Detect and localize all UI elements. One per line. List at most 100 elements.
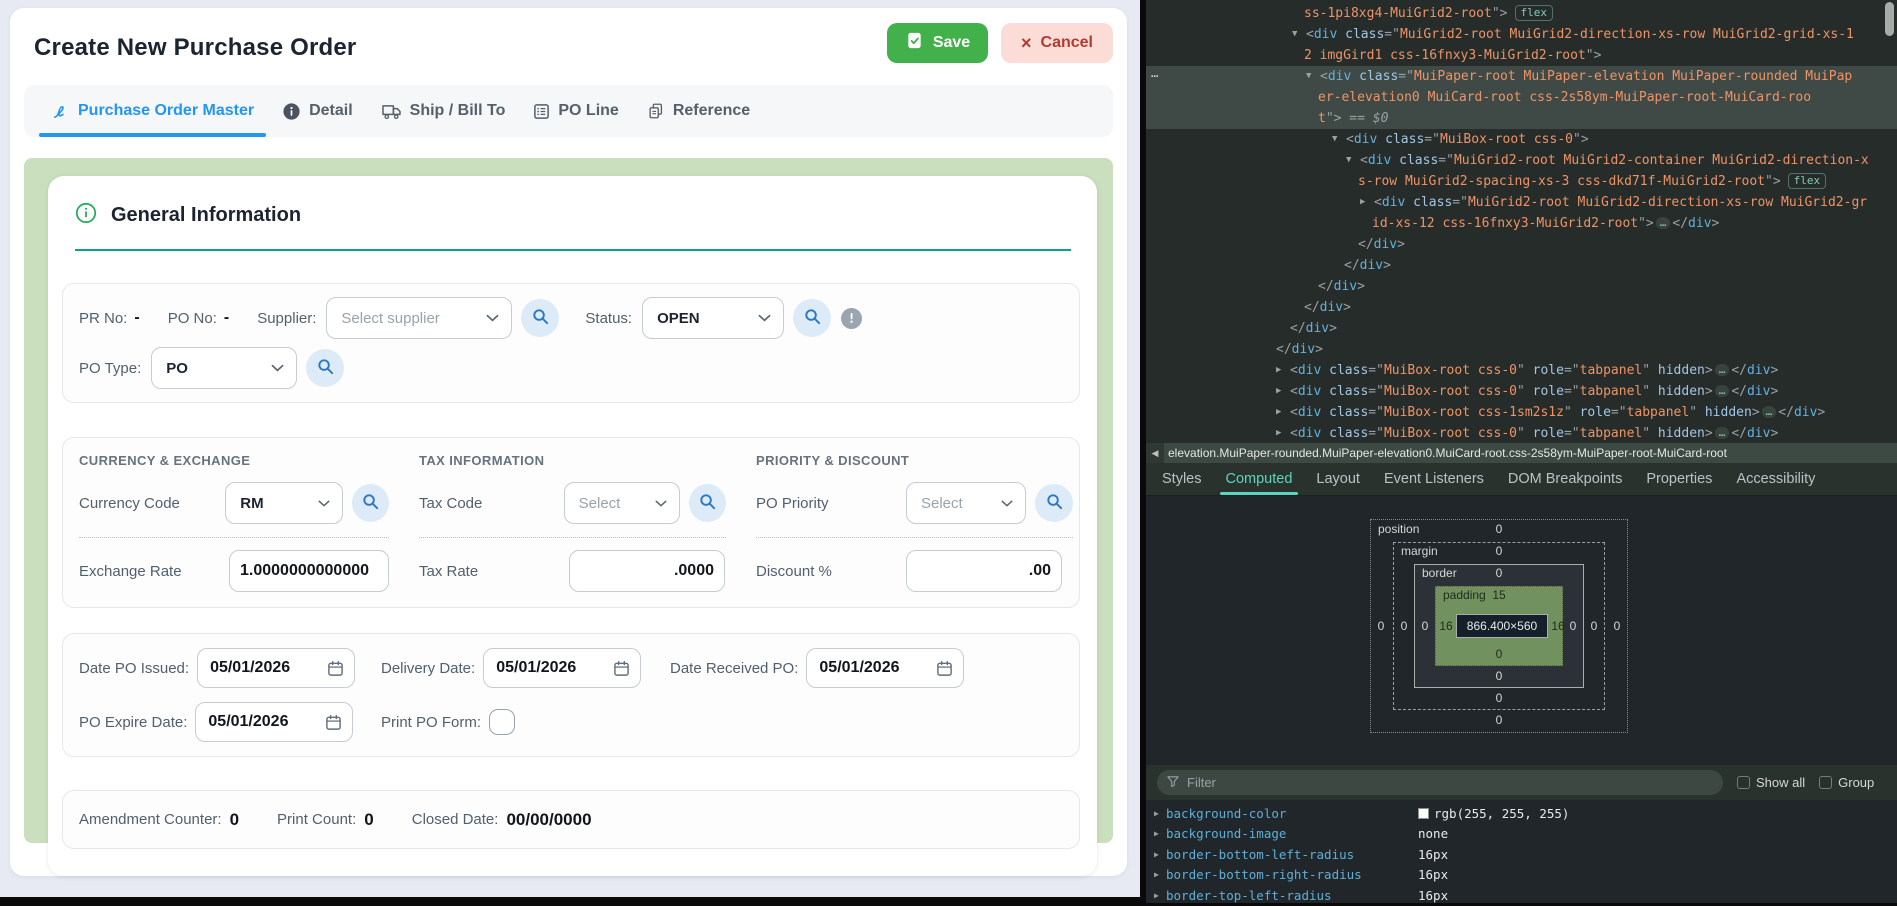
disclosure-arrow-icon[interactable]: ▶ <box>1154 891 1166 900</box>
funnel-icon <box>1167 775 1179 790</box>
supplier-search-button[interactable] <box>521 299 559 337</box>
po-type-search-button[interactable] <box>306 349 344 387</box>
breadcrumb[interactable]: elevation.MuiPaper-rounded.MuiPaper-elev… <box>1164 446 1727 460</box>
computed-property-row[interactable]: ▶border-top-left-radius16px <box>1146 885 1897 906</box>
tab-purchase-order-master[interactable]: Purchase Order Master <box>37 85 268 137</box>
code-token: =" <box>1564 384 1580 399</box>
po-type-select[interactable]: PO <box>151 347 297 389</box>
code-line[interactable]: </div> <box>1146 318 1897 339</box>
inspector-tab-properties[interactable]: Properties <box>1636 463 1722 495</box>
code-line[interactable]: ▶<div class="MuiBox-root css-1sm2s1z" ro… <box>1146 402 1897 423</box>
code-token: " <box>1517 426 1533 441</box>
discount-input[interactable]: .00 <box>906 550 1062 592</box>
code-line[interactable]: ▶<div class="MuiBox-root css-0" role="ta… <box>1146 360 1897 381</box>
code-token[interactable]: … <box>1656 217 1671 229</box>
code-line[interactable]: ▼<div class="MuiGrid2-root MuiGrid2-cont… <box>1146 150 1897 171</box>
disclosure-arrow-icon[interactable]: ▼ <box>1292 24 1306 45</box>
breadcrumb-bar: ◀ elevation.MuiPaper-rounded.MuiPaper-el… <box>1146 443 1897 463</box>
code-token: MuiGrid2-root MuiGrid2-direction-xs-row … <box>1468 195 1867 210</box>
code-token[interactable]: … <box>1715 364 1730 376</box>
closed-date-label: Closed Date: <box>412 811 499 828</box>
calendar-icon[interactable] <box>613 660 630 677</box>
computed-property-row[interactable]: ▶background-imagenone <box>1146 824 1897 845</box>
header-actions: Save × Cancel <box>887 23 1113 63</box>
disclosure-arrow-icon[interactable]: ▼ <box>1306 66 1320 87</box>
disclosure-arrow-icon[interactable]: ▶ <box>1154 809 1166 818</box>
inspector-tab-event-listeners[interactable]: Event Listeners <box>1374 463 1494 495</box>
tax-code-search-button[interactable] <box>689 484 726 522</box>
tab-po-line[interactable]: PO Line <box>519 85 632 137</box>
date-po-issued-label: Date PO Issued: <box>79 660 189 677</box>
po-priority-search-button[interactable] <box>1035 484 1073 522</box>
date-po-issued-input[interactable]: 05/01/2026 <box>197 648 355 688</box>
supplier-select[interactable]: Select supplier <box>326 297 512 339</box>
tab-reference[interactable]: Reference <box>633 85 764 137</box>
code-line[interactable]: </div> <box>1146 276 1897 297</box>
code-token: MuiBox-root css-0 <box>1384 384 1517 399</box>
breadcrumb-scroll-left-button[interactable]: ◀ <box>1146 443 1164 463</box>
tab-ship-bill-to[interactable]: Ship / Bill To <box>367 85 520 137</box>
disclosure-arrow-icon[interactable]: ▶ <box>1154 850 1166 859</box>
po-priority-select[interactable]: Select <box>906 482 1026 524</box>
calendar-icon[interactable] <box>936 660 953 677</box>
code-token[interactable]: … <box>1715 385 1730 397</box>
tax-code-select[interactable]: Select <box>564 482 681 524</box>
print-po-form-checkbox[interactable] <box>489 709 515 735</box>
disclosure-arrow-icon[interactable]: ▶ <box>1276 360 1290 381</box>
group-checkbox[interactable] <box>1819 776 1832 789</box>
code-line[interactable]: </div> <box>1146 255 1897 276</box>
inspector-tab-dom-breakpoints[interactable]: DOM Breakpoints <box>1498 463 1632 495</box>
code-line[interactable]: s-row MuiGrid2-spacing-xs-3 css-dkd71f-M… <box>1146 171 1897 192</box>
code-token[interactable]: … <box>1715 427 1730 439</box>
code-line[interactable]: </div> <box>1146 339 1897 360</box>
code-line[interactable]: ss-1pi8xg4-MuiGrid2-root">flex <box>1146 3 1897 24</box>
save-button[interactable]: Save <box>887 23 988 63</box>
code-line[interactable]: ▶<div class="MuiBox-root css-0" role="ta… <box>1146 381 1897 402</box>
computed-property-row[interactable]: ▶background-colorrgb(255, 255, 255) <box>1146 803 1897 824</box>
cancel-button[interactable]: × Cancel <box>1001 23 1113 63</box>
computed-property-row[interactable]: ▶border-bottom-right-radius16px <box>1146 865 1897 886</box>
calendar-icon[interactable] <box>325 714 342 731</box>
po-expire-date-input[interactable]: 05/01/2026 <box>195 702 353 742</box>
disclosure-arrow-icon[interactable]: ▶ <box>1154 870 1166 879</box>
status-select[interactable]: OPEN <box>642 297 784 339</box>
disclosure-arrow-icon[interactable]: ▶ <box>1360 192 1374 213</box>
inspector-tab-accessibility[interactable]: Accessibility <box>1726 463 1825 495</box>
inspector-tab-computed[interactable]: Computed <box>1216 463 1303 495</box>
code-line[interactable]: ▼<div class="MuiGrid2-root MuiGrid2-dire… <box>1146 24 1897 45</box>
tab-detail[interactable]: Detail <box>268 85 367 137</box>
code-line[interactable]: </div> <box>1146 234 1897 255</box>
code-line[interactable]: t"> == $0 <box>1146 108 1897 129</box>
disclosure-arrow-icon[interactable]: ▼ <box>1346 150 1360 171</box>
disclosure-arrow-icon[interactable]: ▶ <box>1154 829 1166 838</box>
status-search-button[interactable] <box>793 299 831 337</box>
currency-code-select[interactable]: RM <box>225 482 343 524</box>
disclosure-arrow-icon[interactable]: ▶ <box>1276 423 1290 443</box>
disclosure-arrow-icon[interactable]: ▶ <box>1276 381 1290 402</box>
more-actions-icon[interactable]: ⋯ <box>1151 66 1158 87</box>
code-line[interactable]: er-elevation0 MuiCard-root css-2s58ym-Mu… <box>1146 87 1897 108</box>
code-line[interactable]: 2 imgGird1 css-16fnxy3-MuiGrid2-root"> <box>1146 45 1897 66</box>
tax-rate-input[interactable]: .0000 <box>569 550 725 592</box>
delivery-date-input[interactable]: 05/01/2026 <box>483 648 641 688</box>
filter-input[interactable]: Filter <box>1157 770 1723 795</box>
exchange-rate-input[interactable]: 1.0000000000000 <box>229 550 389 592</box>
currency-search-button[interactable] <box>352 484 389 522</box>
border-right: 0 <box>1563 619 1583 633</box>
inspector-tab-layout[interactable]: Layout <box>1306 463 1370 495</box>
computed-property-row[interactable]: ▶border-bottom-left-radius16px <box>1146 844 1897 865</box>
code-line[interactable]: ▶<div class="MuiGrid2-root MuiGrid2-dire… <box>1146 192 1897 213</box>
code-line[interactable]: ▼<div class="MuiBox-root css-0"> <box>1146 129 1897 150</box>
code-token[interactable]: … <box>1762 406 1777 418</box>
disclosure-arrow-icon[interactable]: ▼ <box>1332 129 1346 150</box>
show-all-checkbox[interactable] <box>1737 776 1750 789</box>
date-received-po-input[interactable]: 05/01/2026 <box>806 648 964 688</box>
inspector-tab-styles[interactable]: Styles <box>1152 463 1212 495</box>
code-line[interactable]: ▶<div class="MuiBox-root css-0" role="ta… <box>1146 423 1897 443</box>
code-line[interactable]: </div> <box>1146 297 1897 318</box>
calendar-icon[interactable] <box>327 660 344 677</box>
code-line[interactable]: id-xs-12 css-16fnxy3-MuiGrid2-root">…</d… <box>1146 213 1897 234</box>
code-line[interactable]: ⋯▼<div class="MuiPaper-root MuiPaper-ele… <box>1146 66 1897 87</box>
disclosure-arrow-icon[interactable]: ▶ <box>1276 402 1290 423</box>
code-token: hidden <box>1658 384 1705 399</box>
